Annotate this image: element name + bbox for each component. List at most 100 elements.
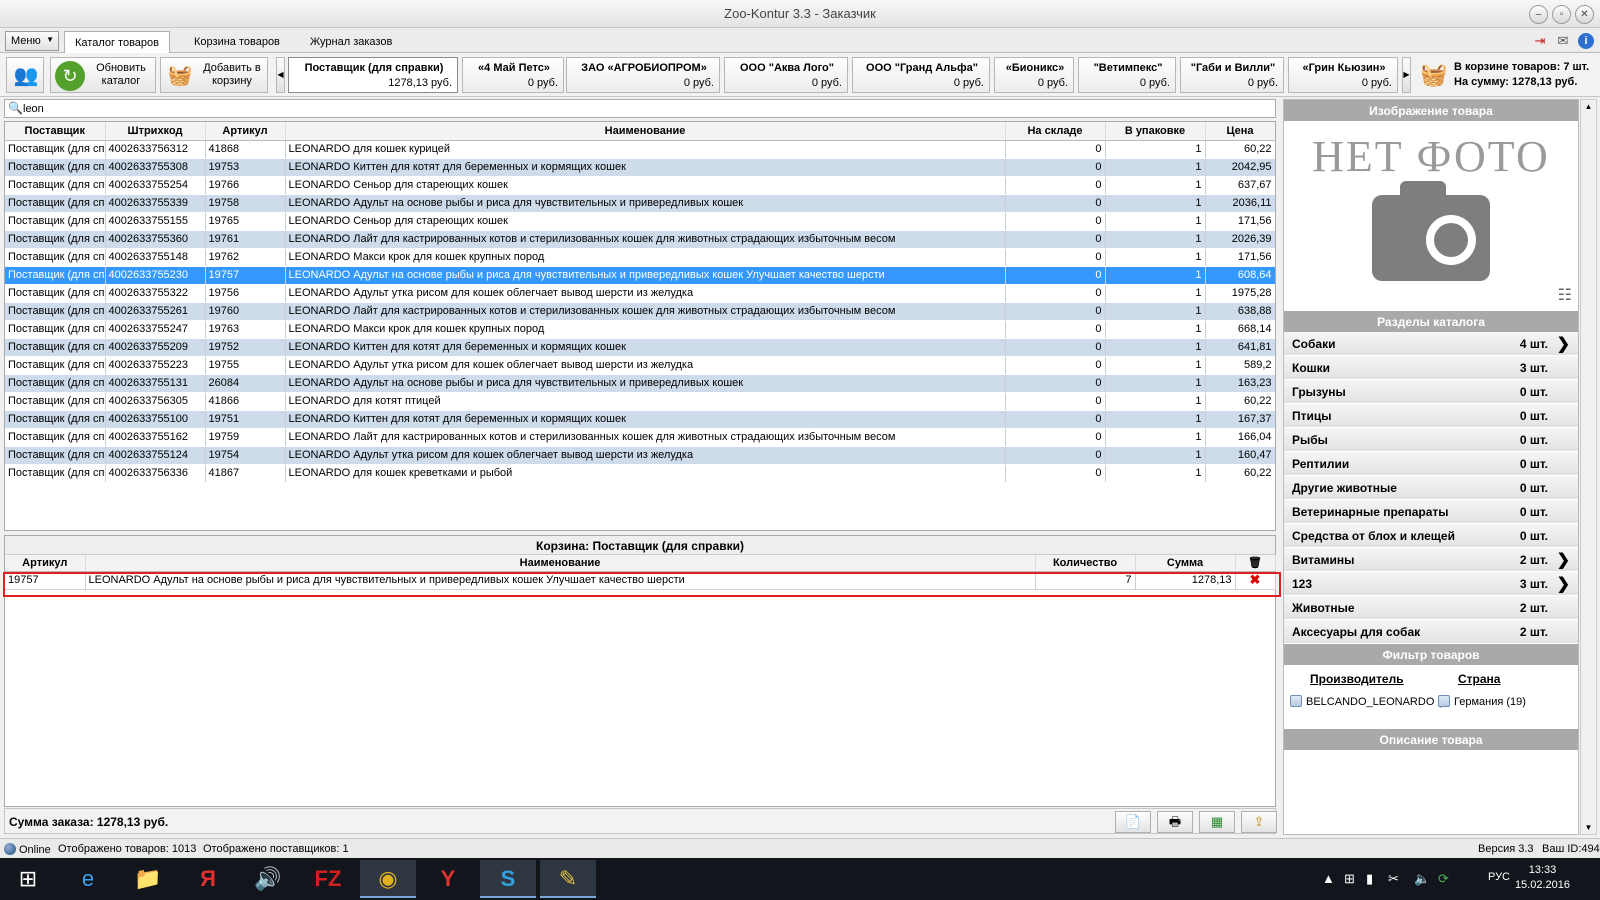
- catalog-section-item[interactable]: Витамины 2 шт. ❯: [1284, 548, 1578, 572]
- catalog-section-item[interactable]: Аксесуары для собак 2 шт.: [1284, 620, 1578, 644]
- list-view-icon[interactable]: ☷: [1558, 285, 1572, 305]
- tab-orders[interactable]: Журнал заказов: [300, 31, 402, 53]
- col-supplier[interactable]: Поставщик: [5, 122, 106, 141]
- catalog-section-item[interactable]: Рыбы 0 шт.: [1284, 428, 1578, 452]
- menu-button[interactable]: Меню ▼: [5, 31, 59, 51]
- cart-col-name[interactable]: Наименование: [85, 555, 1036, 572]
- table-row[interactable]: Поставщик (для сп 4002633755131 26084 LEONA…: [5, 374, 1275, 393]
- document-icon[interactable]: 📄: [1115, 811, 1151, 833]
- table-row[interactable]: Поставщик (для сп 4002633755100 19751 LEONA…: [5, 410, 1275, 429]
- col-price[interactable]: Цена: [1205, 122, 1275, 141]
- scroll-down-icon[interactable]: ▼: [1581, 823, 1596, 832]
- tray-windows-icon[interactable]: ⊞: [1344, 871, 1355, 887]
- catalog-section-item[interactable]: Собаки 4 шт. ❯: [1284, 332, 1578, 356]
- supplier-tab-3[interactable]: ООО "Аква Лого" 0 руб.: [724, 57, 848, 93]
- col-barcode[interactable]: Штрихкод: [105, 122, 206, 141]
- clock[interactable]: 13:33 15.02.2016: [1515, 863, 1570, 893]
- skype-icon[interactable]: S: [480, 860, 536, 898]
- tray-tool-icon[interactable]: ✂: [1388, 871, 1399, 887]
- trash-icon[interactable]: 🗑: [1235, 555, 1276, 572]
- filezilla-icon[interactable]: FZ: [300, 860, 356, 898]
- filter-country-header[interactable]: Страна: [1458, 672, 1500, 686]
- language-indicator[interactable]: РУС: [1488, 871, 1510, 883]
- volume-icon[interactable]: 🔈: [1414, 871, 1430, 887]
- sync-icon[interactable]: ⟳: [1438, 871, 1449, 887]
- catalog-section-item[interactable]: Рептилии 0 шт.: [1284, 452, 1578, 476]
- catalog-section-item[interactable]: Ветеринарные препараты 0 шт.: [1284, 500, 1578, 524]
- table-row[interactable]: Поставщик (для сп 4002633755339 19758 LEONA…: [5, 194, 1275, 213]
- search-input[interactable]: [23, 101, 1263, 116]
- cart-col-article[interactable]: Артикул: [5, 555, 86, 572]
- suppliers-scroll-right[interactable]: ▶: [1402, 57, 1411, 93]
- table-row[interactable]: Поставщик (для сп 4002633756305 41866 LEONA…: [5, 392, 1275, 411]
- tray-arrow-icon[interactable]: ▲: [1322, 871, 1335, 886]
- checkbox[interactable]: [1438, 695, 1450, 707]
- catalog-section-item[interactable]: Птицы 0 шт.: [1284, 404, 1578, 428]
- table-row[interactable]: Поставщик (для сп 4002633756336 41867 LEONA…: [5, 464, 1275, 483]
- table-row[interactable]: Поставщик (для сп 4002633755162 19759 LEONA…: [5, 428, 1275, 447]
- cart-row[interactable]: 19757 LEONARDO Адульт на основе рыбы и ри…: [5, 571, 1276, 590]
- mail-icon[interactable]: ✉: [1555, 33, 1571, 49]
- table-row[interactable]: Поставщик (для сп 4002633755124 19754 LEONA…: [5, 446, 1275, 465]
- col-pack[interactable]: В упаковке: [1105, 122, 1206, 141]
- filter-country-option[interactable]: Германия (19): [1438, 695, 1526, 708]
- supplier-tab-6[interactable]: "Ветимпекс" 0 руб.: [1078, 57, 1176, 93]
- yandex-browser-icon[interactable]: Y: [420, 860, 476, 898]
- exit-icon[interactable]: ⇥: [1532, 33, 1548, 49]
- file-explorer-icon[interactable]: 📁: [120, 860, 176, 898]
- table-row[interactable]: Поставщик (для сп 4002633755155 19765 LEONA…: [5, 212, 1275, 231]
- zoo-kontur-icon[interactable]: ✎: [540, 860, 596, 898]
- right-panel-scrollbar[interactable]: ▲ ▼: [1580, 99, 1597, 835]
- catalog-section-item[interactable]: 123 3 шт. ❯: [1284, 572, 1578, 596]
- users-button[interactable]: 👥: [6, 57, 44, 93]
- chevron-right-icon[interactable]: ❯: [1557, 334, 1570, 354]
- network-icon[interactable]: ▮: [1366, 871, 1373, 887]
- info-icon[interactable]: i: [1578, 33, 1594, 49]
- supplier-tab-7[interactable]: "Габи и Вилли" 0 руб.: [1180, 57, 1284, 93]
- table-row[interactable]: Поставщик (для сп 4002633755209 19752 LEONA…: [5, 338, 1275, 357]
- close-button[interactable]: ✕: [1575, 5, 1594, 24]
- supplier-tab-0[interactable]: Поставщик (для справки) 1278,13 руб.: [288, 57, 458, 93]
- catalog-section-item[interactable]: Грызуны 0 шт.: [1284, 380, 1578, 404]
- table-row[interactable]: Поставщик (для сп 4002633755308 19753 LEONA…: [5, 158, 1275, 177]
- table-row[interactable]: Поставщик (для сп 4002633756312 41868 LEONA…: [5, 140, 1275, 159]
- print-icon[interactable]: 🖶: [1157, 811, 1193, 833]
- chevron-right-icon[interactable]: ❯: [1557, 574, 1570, 594]
- catalog-section-item[interactable]: Средства от блох и клещей 0 шт.: [1284, 524, 1578, 548]
- supplier-tab-1[interactable]: «4 Май Петс» 0 руб.: [462, 57, 564, 93]
- cart-col-qty[interactable]: Количество: [1035, 555, 1136, 572]
- table-row[interactable]: Поставщик (для сп 4002633755223 19755 LEONA…: [5, 356, 1275, 375]
- supplier-tab-2[interactable]: ЗАО «АГРОБИОПРОМ» 0 руб.: [566, 57, 720, 93]
- col-name[interactable]: Наименование: [285, 122, 1006, 141]
- refresh-catalog-button[interactable]: ↻ Обновить каталог: [50, 57, 156, 93]
- windows-start-icon[interactable]: ⊞: [0, 860, 56, 898]
- suppliers-scroll-left[interactable]: ◀: [276, 57, 285, 93]
- speaker-app-icon[interactable]: 🔊: [240, 860, 296, 898]
- yandex-icon[interactable]: Я: [180, 860, 236, 898]
- excel-export-icon[interactable]: ▦: [1199, 811, 1235, 833]
- checkbox[interactable]: [1290, 695, 1302, 707]
- catalog-section-item[interactable]: Животные 2 шт.: [1284, 596, 1578, 620]
- cart-col-sum[interactable]: Сумма: [1135, 555, 1236, 572]
- catalog-section-item[interactable]: Кошки 3 шт.: [1284, 356, 1578, 380]
- table-row[interactable]: Поставщик (для сп 4002633755148 19762 LEONA…: [5, 248, 1275, 267]
- chevron-right-icon[interactable]: ❯: [1557, 550, 1570, 570]
- tab-cart[interactable]: Корзина товаров: [184, 31, 290, 53]
- supplier-tab-4[interactable]: ООО "Гранд Альфа" 0 руб.: [852, 57, 990, 93]
- table-row[interactable]: Поставщик (для сп 4002633755261 19760 LEONA…: [5, 302, 1275, 321]
- scroll-up-icon[interactable]: ▲: [1581, 102, 1596, 111]
- add-to-cart-button[interactable]: 🧺 Добавить в корзину: [160, 57, 268, 93]
- table-row[interactable]: Поставщик (для сп 4002633755322 19756 LEONA…: [5, 284, 1275, 303]
- maximize-button[interactable]: ▫: [1552, 5, 1571, 24]
- catalog-section-item[interactable]: Другие животные 0 шт.: [1284, 476, 1578, 500]
- filter-manufacturer-header[interactable]: Производитель: [1310, 672, 1404, 686]
- send-order-icon[interactable]: ⇪: [1241, 811, 1277, 833]
- table-row[interactable]: Поставщик (для сп 4002633755247 19763 LEONA…: [5, 320, 1275, 339]
- supplier-tab-5[interactable]: «Бионикс» 0 руб.: [994, 57, 1074, 93]
- table-row[interactable]: Поставщик (для сп 4002633755230 19757 LEONA…: [5, 266, 1275, 285]
- filter-manufacturer-option[interactable]: BELCANDO_LEONARDO (: [1290, 695, 1441, 708]
- supplier-tab-8[interactable]: «Грин Кьюзин» 0 руб.: [1288, 57, 1398, 93]
- table-row[interactable]: Поставщик (для сп 4002633755254 19766 LEONA…: [5, 176, 1275, 195]
- col-article[interactable]: Артикул: [205, 122, 286, 141]
- minimize-button[interactable]: –: [1529, 5, 1548, 24]
